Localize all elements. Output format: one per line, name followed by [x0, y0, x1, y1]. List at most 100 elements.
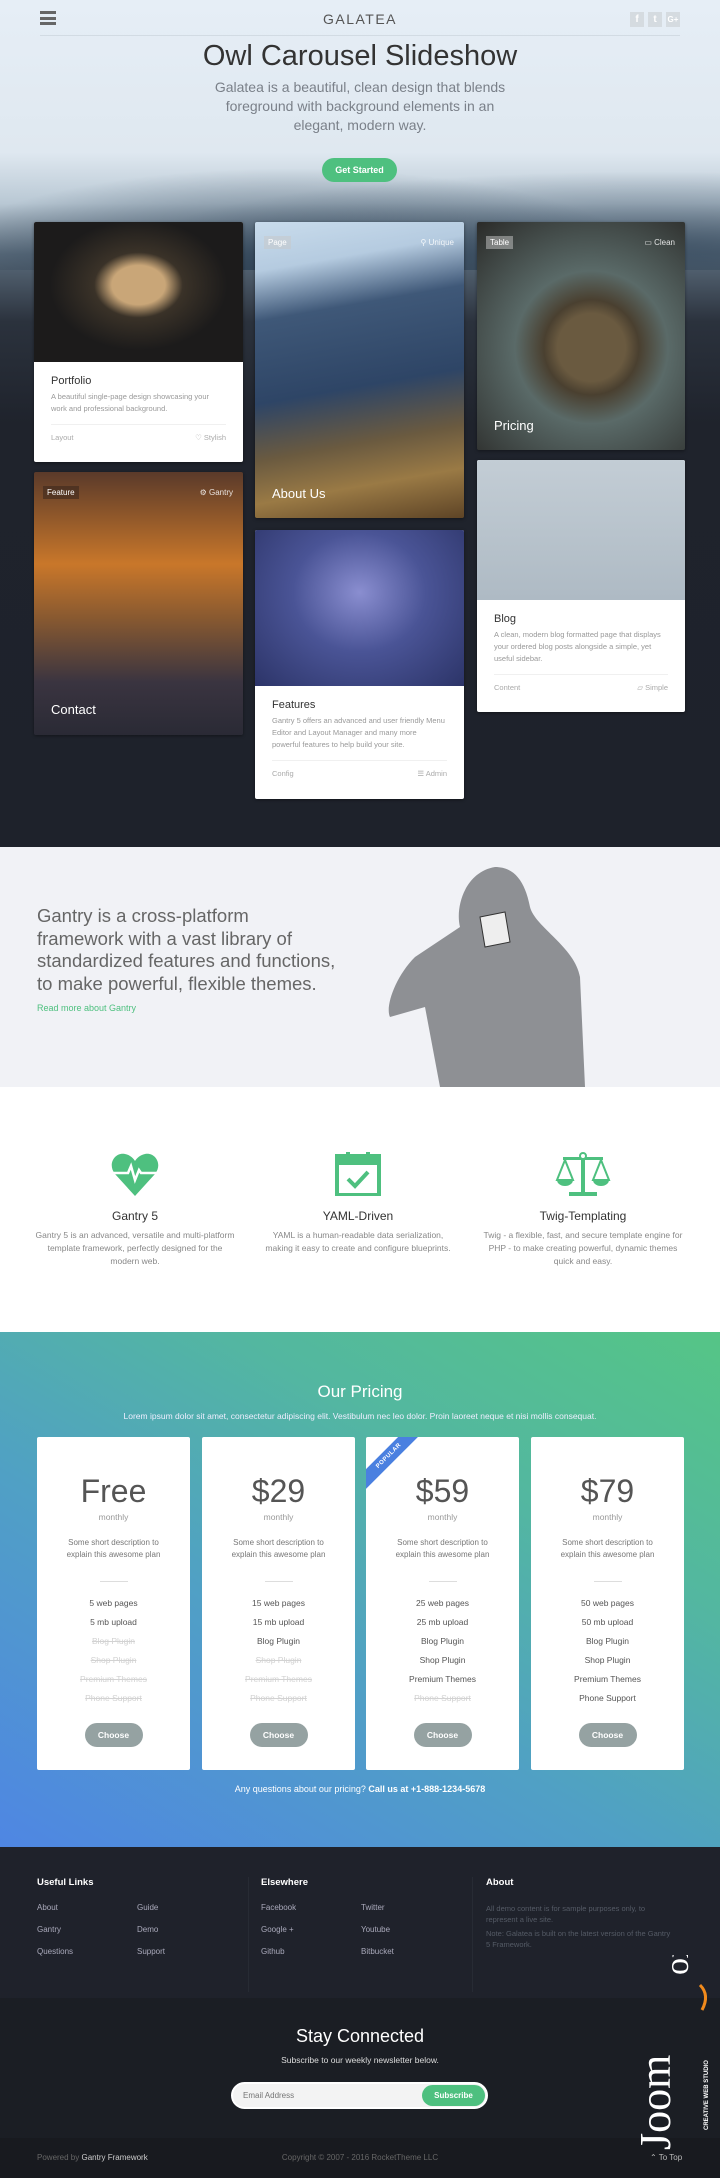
footer-link-twitter[interactable]: Twitter: [361, 1903, 385, 1912]
email-input[interactable]: [243, 2084, 403, 2107]
bottom-bar: Powered by Gantry Framework Copyright © …: [0, 2138, 720, 2178]
footer-link-bitbucket[interactable]: Bitbucket: [361, 1947, 394, 1956]
elsewhere-heading: Elsewhere: [261, 1877, 308, 1888]
about-us-card[interactable]: Page ⚲ Unique About Us: [255, 222, 464, 518]
card-category[interactable]: Config: [272, 769, 294, 778]
svg-text:CREATIVE WEB STUDIO: CREATIVE WEB STUDIO: [704, 2060, 710, 2130]
subscribe-button[interactable]: Subscribe: [422, 2085, 485, 2106]
footer-link-demo[interactable]: Demo: [137, 1925, 158, 1934]
gantry-intro-text: Gantry is a cross-platform framework wit…: [37, 905, 336, 994]
list-icon: ☰: [417, 769, 426, 778]
footer: Useful Links About Guide Gantry Demo Que…: [0, 1847, 720, 1998]
feature-desc: Twig - a flexible, fast, and secure temp…: [483, 1230, 683, 1266]
pricing-title: Our Pricing: [317, 1382, 403, 1401]
facebook-icon[interactable]: f: [630, 12, 644, 27]
plan-price: Free: [80, 1473, 147, 1509]
card-tag-label: Unique: [428, 238, 454, 247]
feature-title: Twig-Templating: [539, 1209, 627, 1223]
blog-card[interactable]: Blog A clean, modern blog formatted page…: [477, 460, 685, 712]
about-heading: About: [486, 1877, 514, 1888]
about-text: All demo content is for sample purposes …: [486, 1904, 646, 1924]
google-plus-icon[interactable]: G+: [666, 12, 680, 27]
newsletter-section: Stay Connected Subscribe to our weekly n…: [0, 1998, 720, 2138]
footer-divider: [248, 1877, 249, 1992]
plan-feature: Blog Plugin: [91, 1636, 135, 1646]
feature-desc: Gantry 5 is an advanced, versatile and m…: [35, 1230, 235, 1266]
plan-feature: 25 mb upload: [416, 1617, 469, 1627]
gantry-intro-section: Gantry is a cross-platform framework wit…: [0, 847, 720, 1087]
plan-price: $79: [580, 1473, 635, 1509]
card-title: Contact: [51, 702, 96, 717]
svg-text:ox: ox: [659, 1955, 696, 1975]
card-title: Pricing: [494, 418, 534, 433]
site-logo[interactable]: GALATEA: [0, 11, 720, 27]
plan-feature: Premium Themes: [80, 1674, 147, 1684]
read-more-link[interactable]: Read more about Gantry: [37, 1003, 136, 1013]
footer-link-gantry[interactable]: Gantry: [37, 1925, 61, 1934]
plan-feature: Premium Themes: [409, 1674, 476, 1684]
footer-link-facebook[interactable]: Facebook: [261, 1903, 296, 1912]
footer-link-about[interactable]: About: [37, 1903, 58, 1912]
portfolio-card[interactable]: Portfolio A beautiful single-page design…: [34, 222, 243, 462]
plan-feature: Phone Support: [85, 1693, 142, 1703]
plan-feature: 15 mb upload: [252, 1617, 305, 1627]
pricing-subtitle: Lorem ipsum dolor sit amet, consectetur …: [123, 1411, 597, 1421]
features-card[interactable]: Features Gantry 5 offers an advanced and…: [255, 530, 464, 799]
plan-feature: 15 web pages: [252, 1598, 305, 1608]
card-category[interactable]: Content: [494, 683, 520, 692]
feature-twig: Twig-Templating Twig - a flexible, fast,…: [483, 1152, 683, 1268]
card-category[interactable]: Layout: [51, 433, 74, 442]
plan-period: monthly: [427, 1512, 458, 1522]
footer-link-guide[interactable]: Guide: [137, 1903, 158, 1912]
feature-yaml: YAML-Driven YAML is a human-readable dat…: [258, 1152, 458, 1255]
plan-price: $29: [251, 1473, 306, 1509]
newsletter-title: Stay Connected: [295, 2026, 425, 2046]
choose-plan-button[interactable]: Choose: [413, 1723, 472, 1747]
card-desc: A clean, modern blog formatted page that…: [494, 630, 661, 663]
pricing-section: Our Pricing Lorem ipsum dolor sit amet, …: [0, 1332, 720, 1847]
footer-link-google[interactable]: Google +: [261, 1925, 294, 1934]
plan-feature: Phone Support: [414, 1693, 471, 1703]
plan-price: $59: [415, 1473, 470, 1509]
pricing-question: Any questions about our pricing? Call us…: [0, 1784, 720, 1794]
plan-feature: Shop Plugin: [255, 1655, 302, 1665]
feature-title: Gantry 5: [111, 1209, 159, 1223]
pricing-card[interactable]: Table ▭ Clean Pricing: [477, 222, 685, 450]
plan-feature: 25 web pages: [416, 1598, 469, 1608]
twitter-icon[interactable]: t: [648, 12, 662, 27]
call-us-phone[interactable]: Call us at +1-888-1234-5678: [368, 1784, 485, 1794]
plan-feature: Shop Plugin: [90, 1655, 137, 1665]
newsletter-form: Subscribe: [231, 2082, 488, 2109]
useful-links-heading: Useful Links: [37, 1877, 94, 1888]
card-tag-label: Simple: [645, 683, 668, 692]
branch-image: [255, 530, 464, 686]
plan-divider: [593, 1581, 622, 1582]
plan-feature: Blog Plugin: [585, 1636, 629, 1646]
card-title: Blog: [494, 613, 517, 625]
hero-section: GALATEA f t G+ Owl Carousel Slideshow Ga…: [0, 0, 720, 847]
footer-link-questions[interactable]: Questions: [37, 1947, 73, 1956]
footer-link-support[interactable]: Support: [137, 1947, 165, 1956]
camera-image: [477, 460, 685, 600]
get-started-button[interactable]: Get Started: [322, 158, 397, 182]
choose-plan-button[interactable]: Choose: [84, 1723, 143, 1747]
card-badge: Page: [264, 236, 291, 249]
newsletter-subtitle: Subscribe to our weekly newsletter below…: [281, 2055, 439, 2065]
hoodie-person-image: [388, 867, 585, 1087]
choose-plan-button[interactable]: Choose: [249, 1723, 308, 1747]
footer-link-youtube[interactable]: Youtube: [361, 1925, 390, 1934]
choose-plan-button[interactable]: Choose: [578, 1723, 637, 1747]
plan-period: monthly: [592, 1512, 623, 1522]
card-tag: ♡ Stylish: [195, 433, 226, 442]
plan-feature: 50 mb upload: [581, 1617, 634, 1627]
card-tag-label: Admin: [425, 769, 447, 778]
heart-icon: ♡: [195, 433, 204, 442]
card-tag-label: Gantry: [208, 488, 233, 497]
contact-card[interactable]: Feature ⚙ Gantry Contact: [34, 472, 243, 735]
copyright: Copyright © 2007 - 2016 RocketTheme LLC: [281, 2153, 439, 2162]
card-desc: A beautiful single-page design showcasin…: [51, 392, 210, 413]
header-divider: [40, 35, 680, 36]
footer-divider: [472, 1877, 473, 1992]
footer-link-github[interactable]: Github: [261, 1947, 285, 1956]
feature-title: YAML-Driven: [322, 1209, 394, 1223]
